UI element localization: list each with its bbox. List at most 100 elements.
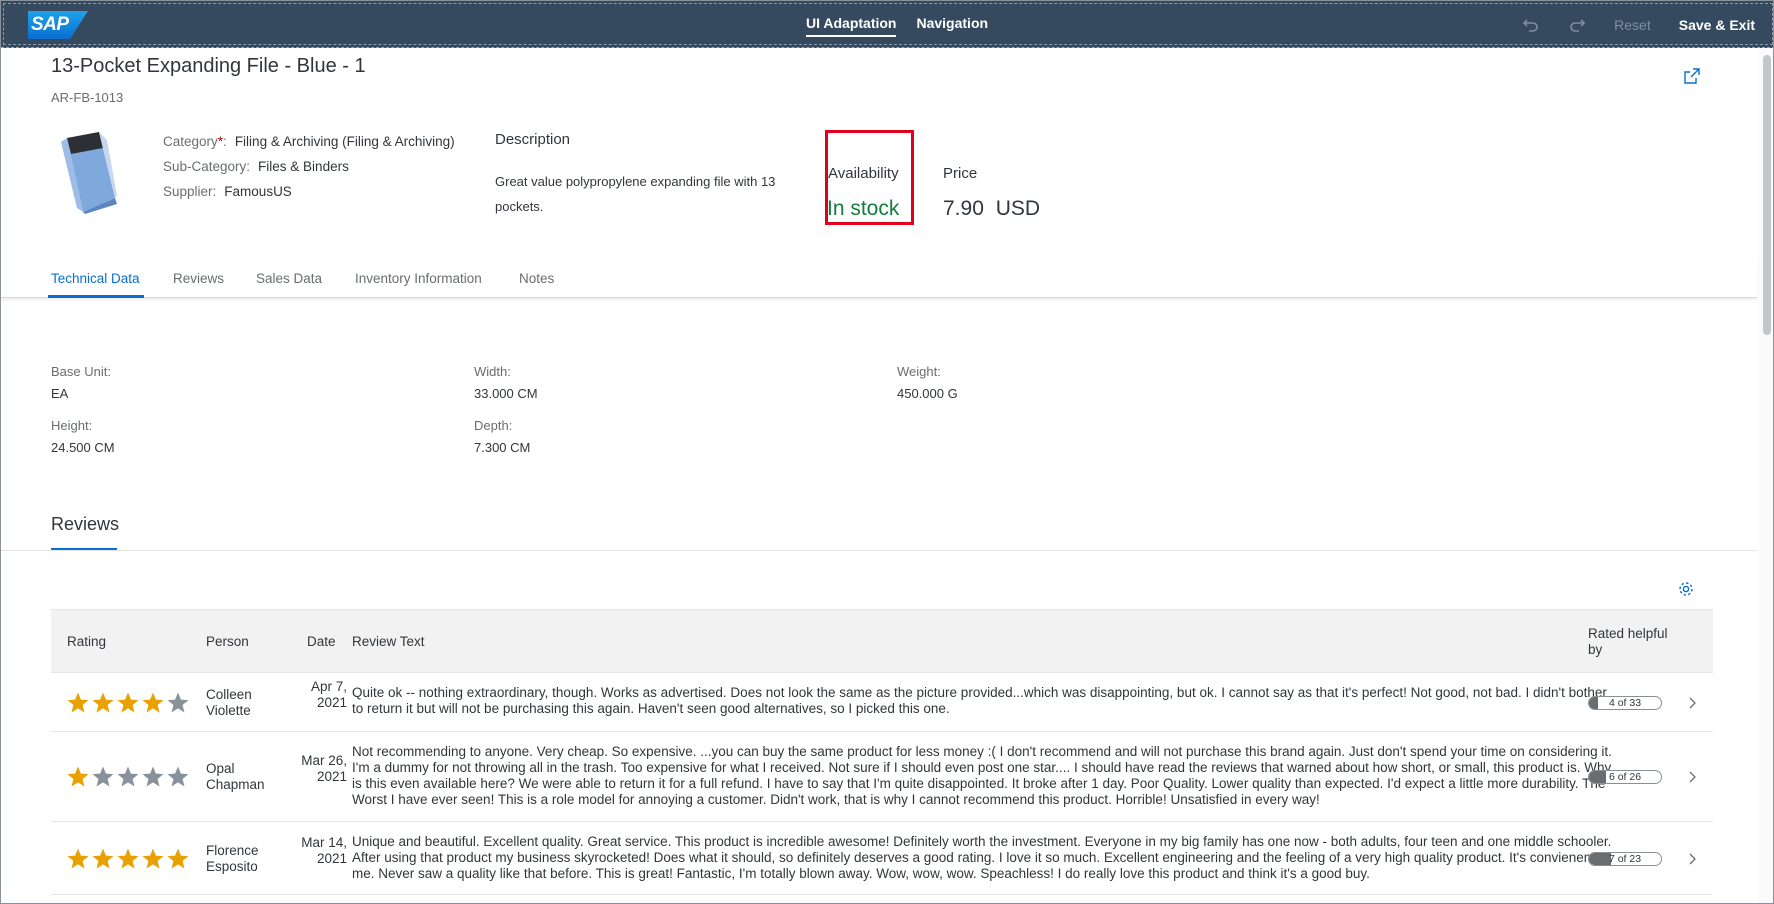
gear-icon[interactable] bbox=[1677, 580, 1695, 598]
base-unit-value: EA bbox=[51, 386, 69, 401]
star-icon bbox=[67, 692, 89, 713]
rating-stars bbox=[66, 847, 190, 871]
required-marker: * bbox=[217, 134, 224, 149]
star-icon bbox=[67, 848, 89, 869]
weight-value: 450.000 G bbox=[897, 386, 958, 401]
tab-inventory-information[interactable]: Inventory Information bbox=[355, 271, 482, 286]
depth-value: 7.300 CM bbox=[474, 440, 531, 455]
scrollbar[interactable] bbox=[1759, 49, 1773, 903]
helpful-indicator: 7 of 23 bbox=[1588, 852, 1662, 866]
reviews-heading: Reviews bbox=[51, 514, 120, 534]
tab-ui-adaptation[interactable]: UI Adaptation bbox=[806, 1, 897, 37]
reviewer-name: Opal Chapman bbox=[206, 761, 265, 792]
subcategory-row: Sub-Category: Files & Binders bbox=[163, 159, 455, 184]
helpful-text: 4 of 33 bbox=[1608, 697, 1642, 709]
col-rating[interactable]: Rating bbox=[67, 634, 106, 649]
helpful-text: 7 of 23 bbox=[1608, 853, 1642, 865]
star-icon bbox=[92, 848, 114, 869]
price-value: 7.90 USD bbox=[943, 197, 1041, 220]
weight-field: Weight: 450.000 G bbox=[897, 364, 958, 401]
star-icon bbox=[142, 848, 164, 869]
tab-technical-data[interactable]: Technical Data bbox=[51, 271, 140, 286]
col-rated-helpful[interactable]: Rated helpful by bbox=[1588, 626, 1668, 658]
product-attributes: Category*: Filing & Archiving (Filing & … bbox=[163, 134, 455, 209]
reviewer-name: Florence Esposito bbox=[206, 843, 259, 874]
col-date[interactable]: Date bbox=[307, 634, 336, 649]
star-icon bbox=[142, 766, 164, 787]
table-row[interactable]: Opal Chapman Mar 26, 2021 Not recommending… bbox=[51, 732, 1713, 822]
width-label: Width: bbox=[474, 364, 511, 379]
star-icon bbox=[167, 848, 189, 869]
supplier-row: Supplier: FamousUS bbox=[163, 184, 455, 209]
review-text: Not recommending to anyone. Very cheap. … bbox=[352, 744, 1612, 807]
tab-sales-data[interactable]: Sales Data bbox=[256, 271, 322, 286]
height-field: Height: 24.500 CM bbox=[51, 418, 115, 455]
shell-bar: SAP UI Adaptation Navigation Reset Save … bbox=[1, 1, 1773, 48]
page-title: 13-Pocket Expanding File - Blue - 1 bbox=[51, 55, 366, 77]
helpful-indicator: 6 of 26 bbox=[1588, 770, 1662, 784]
redo-icon[interactable] bbox=[1568, 16, 1586, 34]
star-icon bbox=[167, 766, 189, 787]
star-icon bbox=[117, 848, 139, 869]
tab-notes[interactable]: Notes bbox=[519, 271, 554, 286]
helpful-indicator: 4 of 33 bbox=[1588, 696, 1662, 710]
width-field: Width: 33.000 CM bbox=[474, 364, 538, 401]
table-row[interactable]: Colleen Violette Apr 7, 2021 Quite ok -- n… bbox=[51, 673, 1713, 732]
subcategory-value: Files & Binders bbox=[258, 159, 349, 174]
star-icon bbox=[92, 766, 114, 787]
tab-reviews[interactable]: Reviews bbox=[173, 271, 224, 286]
undo-icon[interactable] bbox=[1522, 16, 1540, 34]
star-icon bbox=[167, 692, 189, 713]
category-row: Category*: Filing & Archiving (Filing & … bbox=[163, 134, 455, 159]
supplier-value: FamousUS bbox=[224, 184, 292, 199]
category-value: Filing & Archiving (Filing & Archiving) bbox=[234, 134, 455, 149]
base-unit-field: Base Unit: EA bbox=[51, 364, 111, 401]
active-tab-indicator bbox=[48, 295, 144, 298]
product-image bbox=[61, 132, 117, 214]
base-unit-label: Base Unit: bbox=[51, 364, 111, 379]
review-date: Apr 7, 2021 bbox=[310, 679, 347, 710]
availability-status: In stock bbox=[827, 197, 900, 220]
review-text: Unique and beautiful. Excellent quality.… bbox=[352, 834, 1615, 881]
star-icon bbox=[92, 692, 114, 713]
tab-navigation[interactable]: Navigation bbox=[916, 1, 988, 48]
product-id: AR-FB-1013 bbox=[51, 90, 124, 105]
rating-stars bbox=[66, 765, 190, 789]
star-icon bbox=[67, 766, 89, 787]
review-date: Mar 26, 2021 bbox=[301, 753, 347, 784]
table-row[interactable]: Florence Esposito Mar 14, 2021 Unique and … bbox=[51, 822, 1713, 895]
review-date: Mar 14, 2021 bbox=[301, 835, 347, 866]
supplier-label: Supplier: bbox=[163, 184, 217, 199]
save-exit-button[interactable]: Save & Exit bbox=[1679, 17, 1755, 33]
category-label: Category bbox=[163, 134, 218, 149]
col-review-text[interactable]: Review Text bbox=[352, 634, 425, 649]
chevron-right-icon[interactable] bbox=[1685, 696, 1699, 710]
star-icon bbox=[142, 692, 164, 713]
reviews-table: Rating Person Date Review Text Rated hel… bbox=[51, 609, 1713, 895]
height-value: 24.500 CM bbox=[51, 440, 115, 455]
helpful-text: 6 of 26 bbox=[1608, 771, 1642, 783]
app-frame: SAP UI Adaptation Navigation Reset Save … bbox=[0, 0, 1774, 904]
reset-button[interactable]: Reset bbox=[1614, 17, 1651, 33]
star-icon bbox=[117, 692, 139, 713]
table-body: Colleen Violette Apr 7, 2021 Quite ok -- n… bbox=[51, 673, 1713, 895]
availability-label: Availability bbox=[828, 165, 899, 182]
sap-logo[interactable]: SAP bbox=[28, 11, 88, 39]
table-header: Rating Person Date Review Text Rated hel… bbox=[51, 609, 1713, 673]
depth-label: Depth: bbox=[474, 418, 513, 433]
scroll-thumb[interactable] bbox=[1763, 55, 1771, 335]
reviewer-name: Colleen Violette bbox=[206, 687, 252, 718]
share-icon[interactable] bbox=[1683, 67, 1701, 85]
chevron-right-icon[interactable] bbox=[1685, 770, 1699, 784]
section-tabs: Technical Data Reviews Sales Data Invent… bbox=[1, 263, 1757, 298]
weight-label: Weight: bbox=[897, 364, 941, 379]
divider bbox=[1, 550, 1757, 551]
description-title: Description bbox=[495, 131, 571, 148]
shell-actions: Reset Save & Exit bbox=[1522, 1, 1755, 48]
shell-tabs: UI Adaptation Navigation bbox=[806, 1, 988, 48]
col-person[interactable]: Person bbox=[206, 634, 249, 649]
chevron-right-icon[interactable] bbox=[1685, 852, 1699, 866]
subcategory-label: Sub-Category: bbox=[163, 159, 251, 174]
width-value: 33.000 CM bbox=[474, 386, 538, 401]
rating-stars bbox=[66, 691, 190, 715]
